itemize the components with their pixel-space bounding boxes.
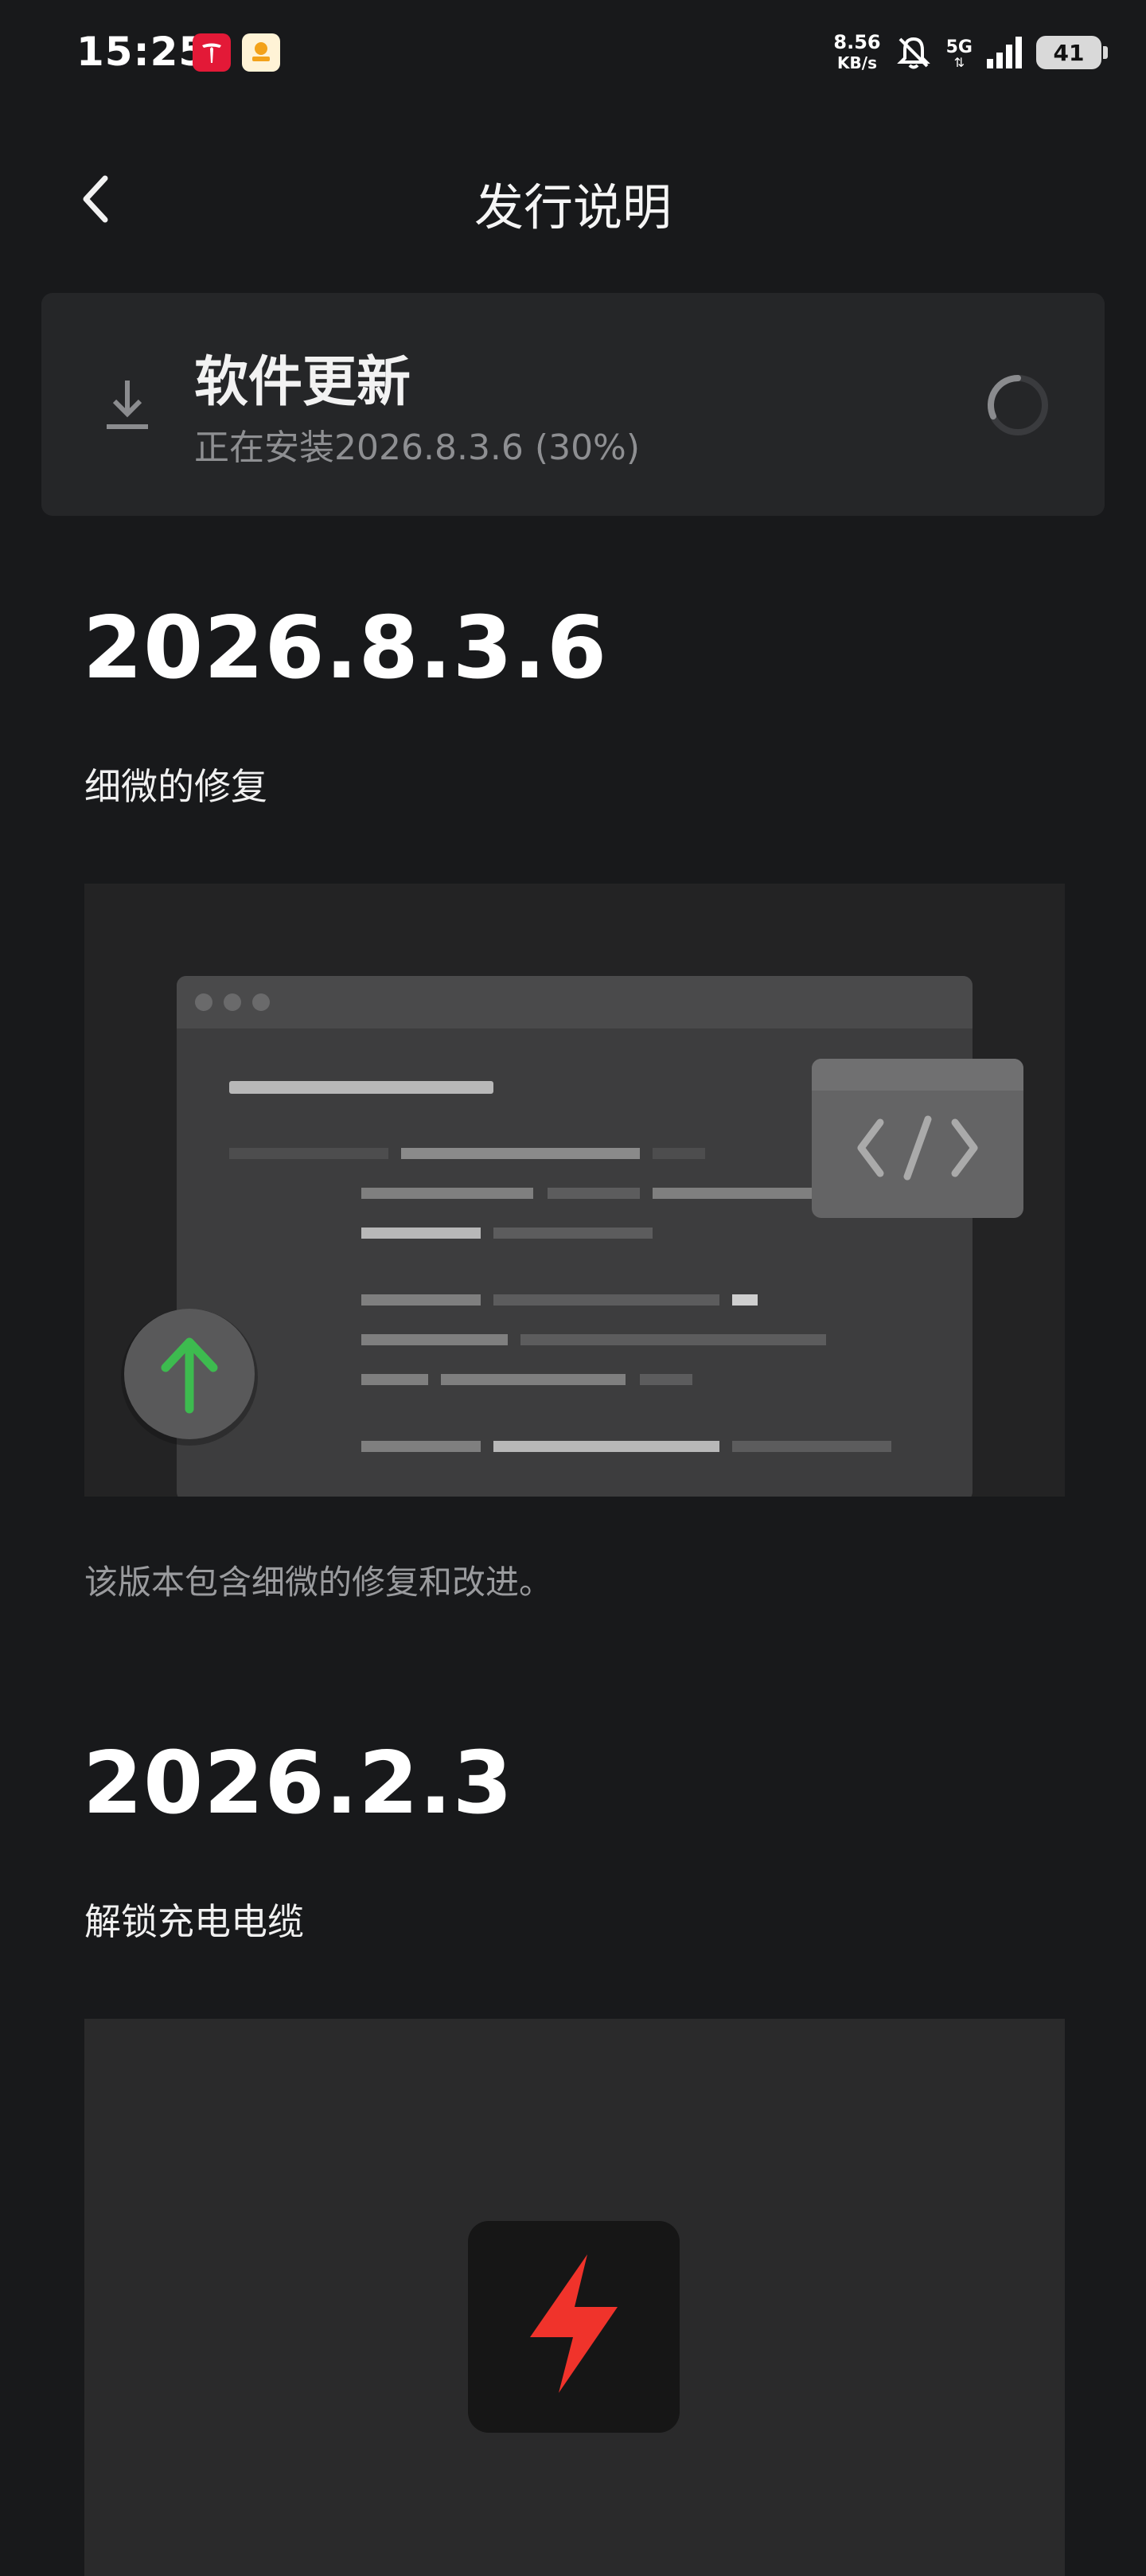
release-subtitle: 细微的修复	[84, 765, 267, 808]
network-type: 5G ⇅	[945, 37, 973, 70]
release-version: 2026.8.3.6	[83, 599, 608, 698]
mute-bell-icon	[896, 37, 930, 69]
release-subtitle: 解锁充电电缆	[84, 1900, 304, 1943]
release-illustration	[84, 884, 1065, 1497]
release-version: 2026.2.3	[83, 1734, 513, 1833]
arrow-up-icon	[121, 1309, 258, 1446]
signal-icon	[987, 37, 1022, 68]
battery-indicator: 41	[1036, 36, 1108, 69]
software-update-card[interactable]: 软件更新 正在安装2026.8.3.6 (30%)	[41, 293, 1105, 516]
status-time: 15:25	[76, 29, 208, 75]
app-notification-icon	[242, 33, 280, 72]
release-illustration	[84, 2019, 1065, 2576]
status-icons: 8.56 KB/s 5G ⇅ 41	[833, 27, 1108, 78]
release-description: 该版本包含细微的修复和改进。	[84, 1563, 553, 1602]
net-speed: 8.56 KB/s	[833, 31, 881, 72]
download-icon	[107, 381, 148, 429]
page-title: 发行说明	[474, 178, 672, 236]
loading-spinner-icon	[987, 375, 1048, 435]
tesla-app-icon	[193, 33, 231, 72]
update-title: 软件更新	[194, 351, 411, 414]
update-status: 正在安装2026.8.3.6 (30%)	[194, 427, 641, 468]
